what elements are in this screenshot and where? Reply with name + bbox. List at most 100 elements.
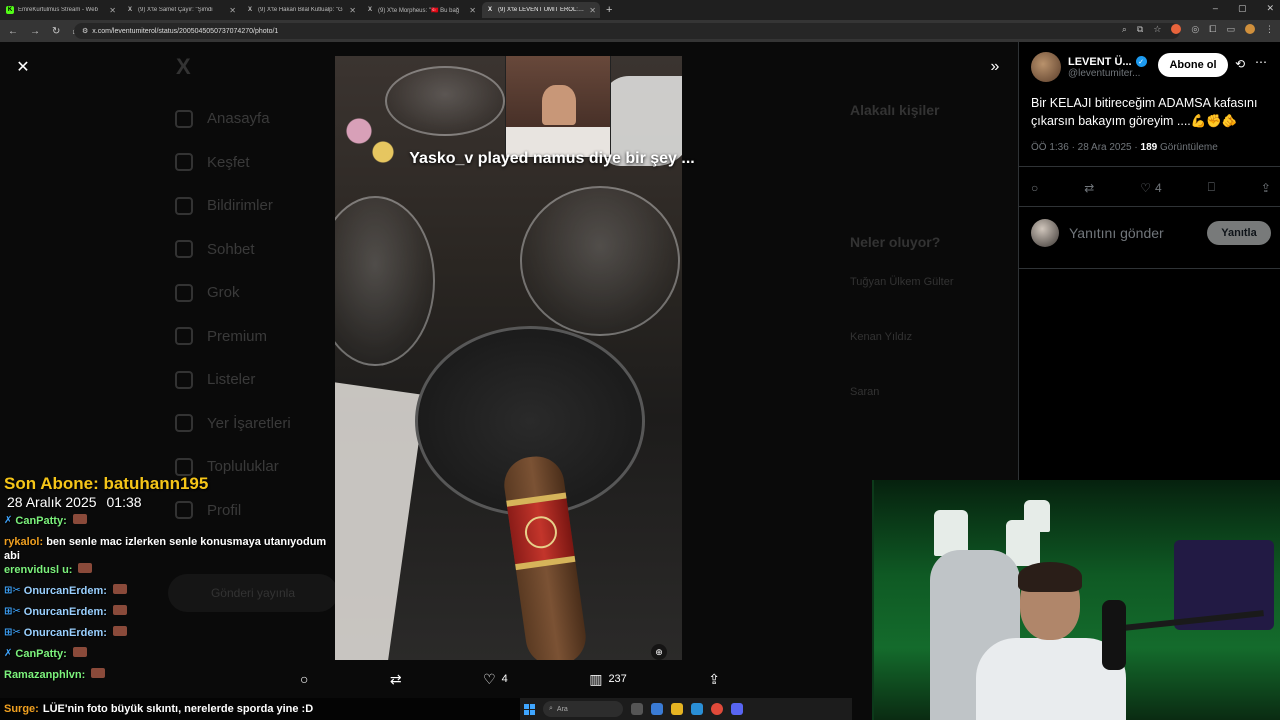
like-button[interactable]: ♡ 4 — [483, 671, 508, 688]
task-view-icon[interactable] — [631, 703, 643, 715]
file-explorer-icon[interactable] — [671, 703, 683, 715]
windows-start-icon[interactable] — [524, 703, 535, 715]
nav-label: Yer İşaretleri — [207, 414, 291, 432]
related-title: Alakalı kişiler — [850, 102, 940, 118]
author-avatar[interactable] — [1031, 52, 1061, 82]
windows-taskbar: ⌕ Ara — [520, 698, 852, 720]
close-window-button[interactable]: ✕ — [1266, 3, 1274, 14]
close-tab-icon[interactable]: ✕ — [109, 6, 116, 15]
chrome-icon[interactable] — [711, 703, 723, 715]
emote-icon — [112, 626, 127, 636]
emote-icon — [78, 563, 93, 573]
nav-label: Grok — [207, 284, 240, 302]
close-tab-icon[interactable]: ✕ — [229, 6, 236, 15]
forward-icon[interactable]: → — [30, 26, 40, 37]
sidebar-icon[interactable]: ▭ — [1226, 24, 1235, 35]
zoom-icon[interactable]: ⌕ — [1122, 24, 1127, 35]
url-field[interactable]: ⚙ x.com/leventumiterol/status/2005045050… — [74, 23, 1180, 39]
browser-tab-active[interactable]: X (9) X'te LEVENT ÜMİT EROL: "Bi ✕ — [482, 2, 600, 18]
taskbar-search[interactable]: ⌕ Ara — [543, 701, 623, 717]
trending-title: Neler oluyor? — [850, 234, 941, 250]
window-controls: – ▢ ✕ — [1213, 3, 1274, 14]
retweet-button[interactable]: ⇄ — [1084, 180, 1094, 195]
browser-tab[interactable]: X (9) X'te Hakan Bilal Kutlualp: "G ✕ — [242, 2, 360, 18]
cast-icon[interactable]: ⧉ — [1137, 24, 1143, 35]
author-name[interactable]: LEVENT Ü... — [1068, 56, 1132, 68]
reply-input[interactable]: Yanıtını gönder — [1069, 225, 1207, 241]
share-button[interactable]: ⇪ — [708, 671, 720, 688]
grok-icon[interactable]: ⟲ — [1235, 57, 1245, 71]
cigar-band — [506, 492, 576, 571]
nav-buttons: ← → ↻ ⌂ — [0, 26, 78, 37]
site-info-icon[interactable]: ⚙ — [82, 27, 88, 35]
tweet-text: Bir KELAJI bitireceğim ADAMSA kafasını ç… — [1031, 96, 1258, 128]
bookmark-button[interactable]: ⎕ — [1208, 180, 1215, 195]
water-glass — [335, 196, 435, 366]
emote-icon — [91, 668, 106, 678]
chat-user: erenvidusl u: — [4, 564, 73, 576]
extension-icon[interactable]: ◎ — [1191, 24, 1199, 35]
close-tab-icon[interactable]: ✕ — [469, 6, 476, 15]
x-logo-icon: X — [367, 7, 372, 13]
tweet-photo[interactable]: ⊕ — [335, 56, 682, 660]
nav-item: Yer İşaretleri — [175, 402, 291, 446]
bookmark-icon: ⎕ — [1207, 180, 1215, 194]
close-viewer-button[interactable]: ✕ — [12, 56, 34, 78]
tweet-author[interactable]: LEVENT Ü... ✓ @leventumiter... — [1031, 52, 1147, 82]
more-options-icon[interactable]: ⋯ — [1255, 55, 1267, 69]
like-button[interactable]: ♡ 4 — [1140, 180, 1161, 195]
profile-avatar[interactable] — [1245, 24, 1255, 34]
back-icon[interactable]: ← — [8, 26, 18, 37]
bookmark-star-icon[interactable]: ☆ — [1153, 24, 1161, 35]
last-subscriber: Son Abone: batuhann195 — [4, 474, 209, 493]
webcam-overlay — [872, 480, 1280, 720]
extensions-icon[interactable]: ⧠ — [1209, 24, 1216, 35]
close-tab-icon[interactable]: ✕ — [589, 6, 596, 15]
nav-label: Bildirimler — [207, 197, 273, 215]
new-tab-button[interactable]: + — [606, 4, 612, 16]
extension-icon[interactable] — [1171, 24, 1182, 34]
x-logo-icon: X — [487, 7, 492, 13]
share-button[interactable]: ⇪ — [1261, 180, 1271, 195]
widgets-icon[interactable] — [651, 703, 663, 715]
chat-user: Surge: — [4, 703, 39, 715]
expand-sidebar-button[interactable]: » — [984, 56, 1006, 78]
chat-icon — [175, 240, 193, 259]
author-handle[interactable]: @leventumiter... — [1068, 68, 1147, 79]
store-icon[interactable] — [691, 703, 703, 715]
home-icon — [175, 109, 193, 128]
minimize-button[interactable]: – — [1213, 3, 1218, 14]
reload-icon[interactable]: ↻ — [52, 26, 60, 37]
share-icon: ⇪ — [1260, 180, 1271, 195]
menu-icon[interactable]: ⋮ — [1265, 24, 1274, 35]
close-tab-icon[interactable]: ✕ — [349, 6, 356, 15]
tweet-time[interactable]: ÖÖ 1:36 · 28 Ara 2025 · — [1031, 142, 1141, 153]
reply-submit-button[interactable]: Yanıtla — [1207, 221, 1271, 245]
image-tag-icon[interactable]: ⊕ — [651, 644, 667, 660]
search-icon — [175, 153, 193, 172]
extension-icons: ⌕ ⧉ ☆ ◎ ⧠ ▭ ⋮ — [1122, 24, 1274, 35]
reply-button[interactable]: ○ — [1031, 180, 1038, 195]
chat-user: OnurcanErdem: — [23, 627, 107, 639]
chat-message: rykalol: ben senle mac izlerken senle ko… — [4, 535, 338, 563]
stream-caption-overlay: Yasko_v played namus diye bir şey ... — [409, 150, 695, 167]
tweet-view-count: 189 — [1140, 142, 1158, 153]
grok-icon — [175, 283, 193, 302]
browser-tab[interactable]: X (9) X'te Morpheus: "🇹🇷 Bu bağ ✕ — [362, 2, 480, 18]
chat-message: Ramazanphlvn: — [4, 668, 338, 689]
jersey — [1024, 500, 1050, 532]
maximize-button[interactable]: ▢ — [1238, 3, 1247, 14]
browser-tab[interactable]: X (9) X'te Samet Çayır: "Şimdi ✕ — [122, 2, 240, 18]
retweet-button[interactable]: ⇄ — [390, 671, 402, 688]
share-icon: ⇪ — [708, 670, 720, 687]
views-button[interactable]: ▥ 237 — [589, 671, 627, 688]
tab-title: (9) X'te Morpheus: "🇹🇷 Bu bağ — [378, 7, 460, 14]
follow-button[interactable]: Abone ol — [1158, 53, 1228, 77]
discord-icon[interactable] — [731, 703, 743, 715]
browser-tab[interactable]: K EmreKurtulmus Stream - Web ✕ — [2, 2, 120, 18]
author-name-row: LEVENT Ü... ✓ — [1068, 56, 1147, 68]
my-avatar — [1031, 219, 1059, 247]
chat-message: ⊞✂ OnurcanErdem: — [4, 605, 338, 626]
stream-datetime: 28 Aralık 2025 01:38 — [7, 494, 142, 510]
nav-label: Premium — [207, 327, 268, 345]
